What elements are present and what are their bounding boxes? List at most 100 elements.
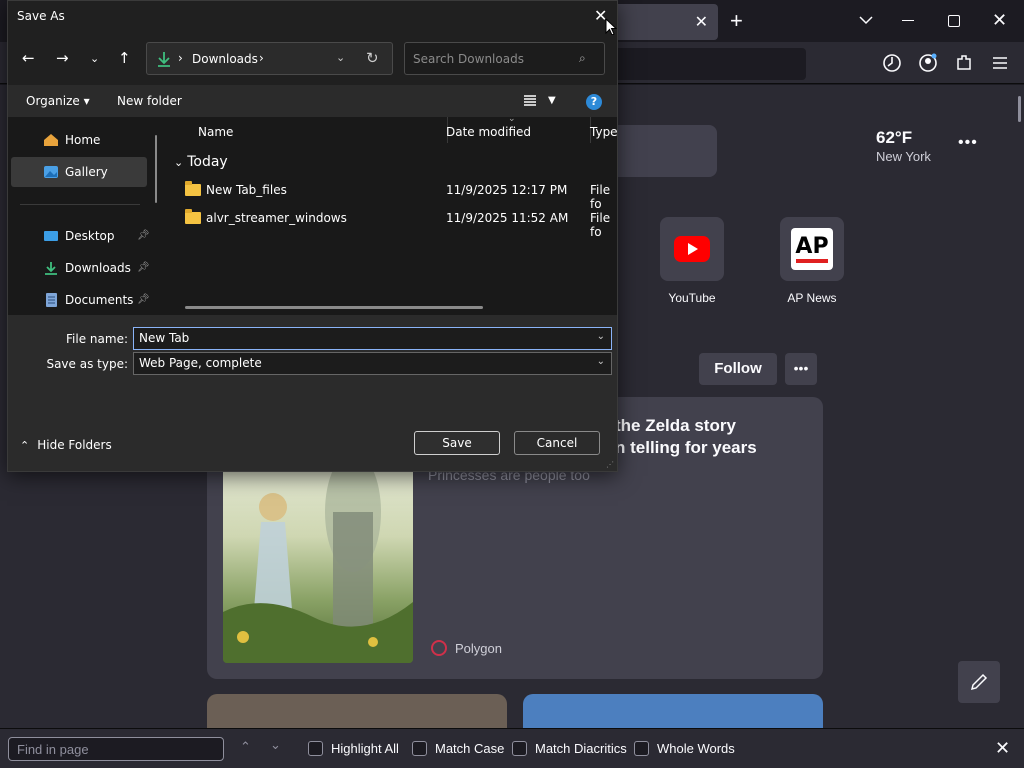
address-bar[interactable]: › Downloads › ⌄ ↻: [146, 42, 393, 75]
column-header-date[interactable]: Date modified: [446, 125, 531, 139]
view-dropdown-icon[interactable]: ▼: [548, 95, 556, 106]
file-row[interactable]: alvr_streamer_windows 11/9/2025 11:52 AM…: [185, 206, 617, 239]
breadcrumb-separator: ›: [178, 51, 183, 65]
refresh-icon[interactable]: ↻: [366, 49, 379, 67]
recent-locations-icon[interactable]: ⌄: [90, 52, 99, 65]
column-header-name[interactable]: Name: [198, 125, 233, 139]
file-type: File fo: [590, 211, 611, 239]
highlight-all-checkbox[interactable]: Highlight All: [308, 741, 399, 756]
save-type-select[interactable]: Web Page, complete ⌄: [133, 352, 612, 375]
help-icon[interactable]: ?: [586, 94, 602, 110]
ap-news-tile[interactable]: AP: [780, 217, 844, 281]
new-tab-button[interactable]: +: [730, 8, 743, 34]
hide-folders-label: Hide Folders: [37, 438, 112, 452]
file-name: alvr_streamer_windows: [206, 211, 347, 225]
download-icon: [45, 262, 57, 275]
search-downloads-input[interactable]: Search Downloads ⌕: [404, 42, 605, 75]
file-name-label: File name:: [66, 332, 128, 346]
home-icon: [44, 134, 58, 146]
chevron-down-icon[interactable]: ⌄: [597, 356, 605, 367]
youtube-tile[interactable]: [660, 217, 724, 281]
search-placeholder: Search Downloads: [413, 52, 524, 66]
sync-icon[interactable]: [882, 53, 902, 73]
file-list-scrollbar[interactable]: [185, 306, 483, 309]
nav-item-downloads[interactable]: Downloads 📌︎: [11, 253, 150, 283]
find-in-page-input[interactable]: [8, 737, 224, 761]
checkbox-box[interactable]: [412, 741, 427, 756]
nav-item-label: Home: [65, 133, 101, 147]
up-arrow-icon[interactable]: ↑: [118, 49, 131, 67]
nav-item-home[interactable]: Home: [11, 125, 147, 155]
checkbox-box[interactable]: [308, 741, 323, 756]
view-options-icon[interactable]: [523, 94, 537, 108]
page-scrollbar[interactable]: [1018, 96, 1021, 122]
match-diacritics-checkbox[interactable]: Match Diacritics: [512, 741, 627, 756]
ap-logo-text: AP: [795, 233, 829, 259]
checkbox-box[interactable]: [634, 741, 649, 756]
shortcut-label: AP News: [787, 291, 837, 305]
hide-folders-button[interactable]: ⌃ Hide Folders: [20, 438, 112, 452]
story-title: the Zelda story n telling for years: [615, 416, 757, 457]
maximize-button[interactable]: [948, 15, 960, 27]
file-name-field[interactable]: New Tab ⌄: [133, 327, 612, 350]
save-button[interactable]: Save: [414, 431, 500, 455]
chevron-down-icon[interactable]: [858, 12, 874, 28]
window-close-button[interactable]: ✕: [992, 10, 1007, 31]
search-icon: ⌕: [579, 51, 586, 65]
account-icon[interactable]: [918, 53, 938, 73]
extensions-icon[interactable]: [954, 53, 974, 73]
file-date: 11/9/2025 12:17 PM: [446, 183, 568, 197]
dialog-title: Save As: [17, 9, 65, 23]
find-previous-icon[interactable]: ⌃: [240, 739, 251, 755]
file-list: Name Date modified ⌄ Type ⌄ Today New Tab…: [166, 117, 617, 315]
edit-icon[interactable]: [958, 661, 1000, 703]
story-source-name: Polygon: [455, 640, 502, 656]
folder-icon: [185, 181, 201, 196]
nav-item-gallery[interactable]: Gallery: [11, 157, 147, 187]
file-date: 11/9/2025 11:52 AM: [446, 211, 569, 225]
new-folder-button[interactable]: New folder: [117, 94, 182, 108]
nav-scrollbar[interactable]: [155, 135, 157, 203]
weather-more-icon[interactable]: •••: [958, 134, 978, 152]
back-arrow-icon[interactable]: ←: [22, 49, 35, 67]
find-close-icon[interactable]: ✕: [995, 738, 1010, 759]
browser-tab[interactable]: ✕: [610, 4, 718, 40]
folder-icon: [185, 209, 201, 224]
chevron-up-icon: ⌃: [20, 438, 30, 452]
follow-button[interactable]: Follow: [699, 353, 777, 385]
match-case-checkbox[interactable]: Match Case: [412, 741, 504, 756]
file-row[interactable]: New Tab_files 11/9/2025 12:17 PM File fo: [185, 178, 617, 211]
find-next-icon[interactable]: ⌄: [270, 737, 281, 753]
minimize-button[interactable]: [902, 20, 914, 21]
nav-item-desktop[interactable]: Desktop 📌︎: [11, 221, 150, 251]
mouse-cursor-icon: [605, 18, 617, 36]
save-form: File name: New Tab ⌄ Save as type: Web P…: [8, 315, 617, 471]
nav-item-documents[interactable]: Documents 📌︎: [11, 285, 150, 315]
tab-close-icon[interactable]: ✕: [695, 12, 708, 32]
shortcut-youtube[interactable]: YouTube: [647, 217, 737, 305]
column-header-type[interactable]: Type: [590, 125, 617, 139]
story-card[interactable]: [523, 694, 823, 728]
organize-menu[interactable]: Organize ▾: [26, 94, 90, 108]
menu-icon[interactable]: [990, 53, 1010, 73]
breadcrumb-downloads[interactable]: Downloads: [192, 52, 258, 66]
breadcrumb-separator[interactable]: ›: [259, 51, 264, 65]
more-options-icon[interactable]: •••: [785, 353, 817, 385]
pin-icon: 📌︎: [137, 230, 150, 241]
story-source: Polygon: [431, 640, 502, 656]
story-card[interactable]: [207, 694, 507, 728]
checkbox-box[interactable]: [512, 741, 527, 756]
cancel-button[interactable]: Cancel: [514, 431, 600, 455]
nav-divider: [20, 204, 140, 205]
file-name: New Tab_files: [206, 183, 287, 197]
resize-grip-icon[interactable]: ⋰: [606, 460, 614, 469]
address-dropdown-icon[interactable]: ⌄: [336, 51, 345, 64]
group-header-today[interactable]: ⌄ Today: [174, 154, 228, 170]
shortcut-label: YouTube: [668, 291, 716, 305]
desktop-icon: [44, 231, 58, 241]
chevron-down-icon[interactable]: ⌄: [597, 331, 605, 342]
shortcut-ap-news[interactable]: AP AP News: [767, 217, 857, 305]
forward-arrow-icon[interactable]: →: [56, 49, 69, 67]
whole-words-checkbox[interactable]: Whole Words: [634, 741, 735, 756]
url-bar[interactable]: [600, 48, 806, 80]
